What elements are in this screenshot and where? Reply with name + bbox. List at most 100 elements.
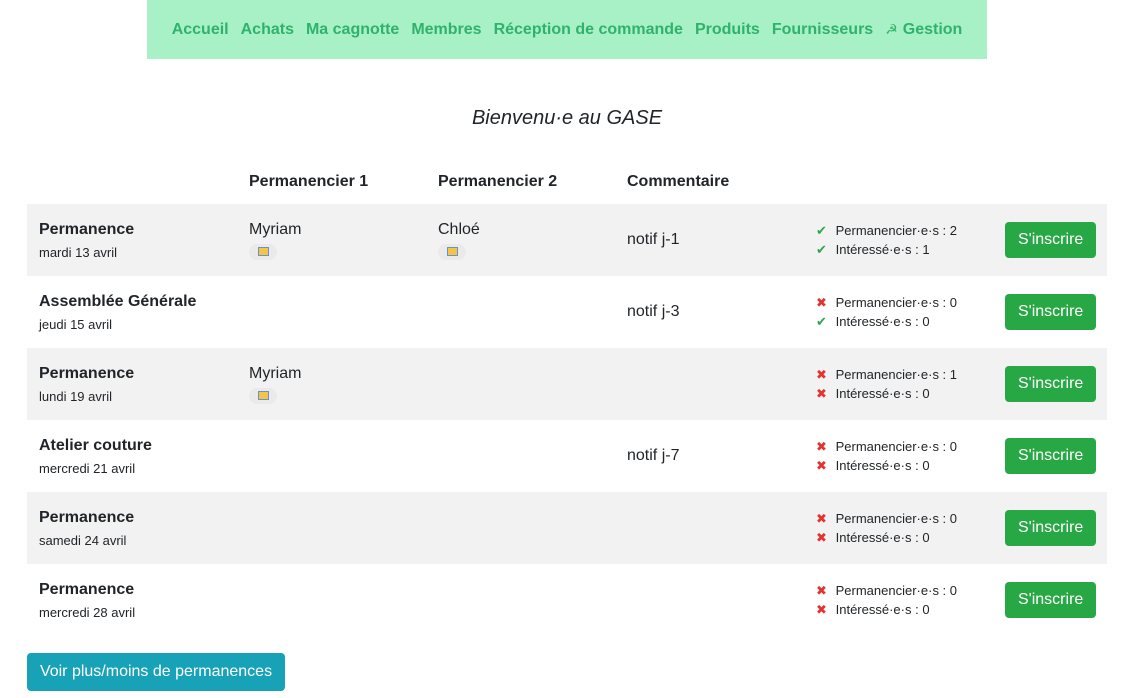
event-title: Permanence [39, 580, 135, 598]
comment-cell: notif j-1 [627, 231, 680, 248]
event-cell: Atelier couture mercredi 21 avril [27, 420, 237, 492]
action-cell: S'inscrire [993, 564, 1107, 636]
cross-mark-icon: ✖ [816, 295, 827, 310]
interesses-status: ✔ Intéressé·e·s : 1 [816, 240, 981, 259]
permanencier-1-cell: Myriam [237, 204, 426, 276]
permanencier-2-cell [426, 492, 615, 564]
register-button[interactable]: S'inscrire [1005, 510, 1097, 546]
event-title: Permanence [39, 508, 135, 526]
cross-mark-icon: ✖ [816, 583, 827, 598]
permanencier-2-cell [426, 276, 615, 348]
check-mark-icon: ✔ [816, 314, 827, 329]
permanencier-1-cell [237, 492, 426, 564]
interesses-status: ✖ Intéressé·e·s : 0 [816, 600, 981, 619]
event-date: mercredi 28 avril [39, 604, 136, 620]
permanencier-2-name: Chloé [438, 221, 480, 238]
event-title: Assemblée Générale [39, 292, 197, 310]
permanenciers-count: 0 [949, 583, 958, 598]
hammer-sickle-icon: ☭ [885, 20, 898, 37]
nav-produits[interactable]: Produits [695, 21, 760, 39]
nav-fournisseurs[interactable]: Fournisseurs [772, 21, 873, 39]
interesses-status: ✖ Intéressé·e·s : 0 [816, 384, 981, 403]
table-row: Permanence lundi 19 avril Myriam ✖ Permanen… [27, 348, 1107, 420]
cross-mark-icon: ✖ [816, 530, 827, 545]
cross-mark-icon: ✖ [816, 602, 827, 617]
table-row: Atelier couture mercredi 21 avril notif j-… [27, 420, 1107, 492]
permanencier-1-cell [237, 420, 426, 492]
event-title: Permanence [39, 364, 135, 382]
interesses-status: ✖ Intéressé·e·s : 0 [816, 528, 981, 547]
interesses-label: Intéressé·e·s : [835, 530, 923, 545]
interesses-count: 0 [922, 314, 930, 329]
interesses-count: 0 [922, 386, 930, 401]
status-cell: ✖ Permanencier·e·s : 0 ✔ Intéressé·e·s : … [804, 276, 993, 348]
permanencier-1-name: Myriam [249, 365, 302, 382]
permanencier-2-cell: Chloé [426, 204, 615, 276]
register-button[interactable]: S'inscrire [1005, 366, 1097, 402]
check-mark-icon: ✔ [816, 223, 827, 238]
action-cell: S'inscrire [993, 204, 1107, 276]
interesses-label: Intéressé·e·s : [835, 314, 923, 329]
col-header-commentaire: Commentaire [627, 173, 730, 190]
nav-gestion-label: Gestion [902, 20, 963, 38]
register-button[interactable]: S'inscrire [1005, 222, 1097, 258]
register-button[interactable]: S'inscrire [1005, 294, 1097, 330]
event-cell: Assemblée Générale jeudi 15 avril [27, 276, 237, 348]
permanenciers-status: ✖ Permanencier·e·s : 0 [816, 293, 981, 312]
main-nav: Accueil Achats Ma cagnotte Membres Récep… [147, 0, 987, 59]
cross-mark-icon: ✖ [816, 458, 827, 473]
nav-ma-cagnotte[interactable]: Ma cagnotte [306, 21, 399, 39]
col-header-action [993, 160, 1107, 204]
nav-accueil[interactable]: Accueil [172, 21, 229, 39]
status-cell: ✖ Permanencier·e·s : 0 ✖ Intéressé·e·s : … [804, 420, 993, 492]
permanenciers-count: 0 [949, 439, 958, 454]
event-date: jeudi 15 avril [39, 316, 112, 332]
permanencier-1-name: Myriam [249, 221, 302, 238]
action-cell: S'inscrire [993, 420, 1107, 492]
event-cell: Permanence samedi 24 avril [27, 492, 237, 564]
nav-membres[interactable]: Membres [411, 21, 481, 39]
event-date: lundi 19 avril [39, 388, 112, 404]
cross-mark-icon: ✖ [816, 386, 827, 401]
event-date: mardi 13 avril [39, 244, 118, 260]
permanencier-2-cell [426, 564, 615, 636]
event-date: samedi 24 avril [39, 532, 127, 548]
register-button[interactable]: S'inscrire [1005, 582, 1097, 618]
id-card-icon [249, 244, 277, 260]
permanencier-1-cell: Myriam [237, 348, 426, 420]
table-row: Assemblée Générale jeudi 15 avril notif j-… [27, 276, 1107, 348]
event-title: Permanence [39, 220, 135, 238]
interesses-label: Intéressé·e·s : [835, 242, 923, 257]
nav-reception-commande[interactable]: Réception de commande [494, 21, 683, 39]
permanenciers-count: 2 [949, 223, 958, 238]
nav-achats[interactable]: Achats [241, 21, 294, 39]
status-cell: ✖ Permanencier·e·s : 0 ✖ Intéressé·e·s : … [804, 492, 993, 564]
nav-gestion[interactable]: ☭ Gestion [885, 21, 962, 39]
toggle-more-permanences-button[interactable]: Voir plus/moins de permanences [27, 653, 285, 691]
permanenciers-count: 0 [949, 511, 958, 526]
event-date: mercredi 21 avril [39, 460, 136, 476]
event-cell: Permanence mercredi 28 avril [27, 564, 237, 636]
permanenciers-label: Permanencier·e·s : [835, 223, 950, 238]
comment-cell [615, 564, 804, 636]
col-header-event [27, 160, 237, 204]
permanenciers-status: ✔ Permanencier·e·s : 2 [816, 221, 981, 240]
permanencier-1-cell [237, 276, 426, 348]
permanenciers-label: Permanencier·e·s : [835, 295, 950, 310]
comment-cell: notif j-3 [627, 303, 680, 320]
interesses-count: 0 [922, 458, 930, 473]
id-card-icon [249, 388, 277, 404]
permanencier-1-cell [237, 564, 426, 636]
permanenciers-status: ✖ Permanencier·e·s : 1 [816, 365, 981, 384]
permanenciers-status: ✖ Permanencier·e·s : 0 [816, 509, 981, 528]
register-button[interactable]: S'inscrire [1005, 438, 1097, 474]
event-title: Atelier couture [39, 436, 152, 454]
table-row: Permanence mercredi 28 avril ✖ Permanencie… [27, 564, 1107, 636]
table-row: Permanence samedi 24 avril ✖ Permanencier·… [27, 492, 1107, 564]
permanences-table: Permanencier 1 Permanencier 2 Commentair… [27, 160, 1107, 636]
cross-mark-icon: ✖ [816, 367, 827, 382]
permanenciers-count: 1 [949, 367, 958, 382]
page-title: Bienvenu·e au GASE [471, 107, 663, 129]
col-header-permanencier-1: Permanencier 1 [249, 173, 369, 190]
permanenciers-label: Permanencier·e·s : [835, 511, 950, 526]
